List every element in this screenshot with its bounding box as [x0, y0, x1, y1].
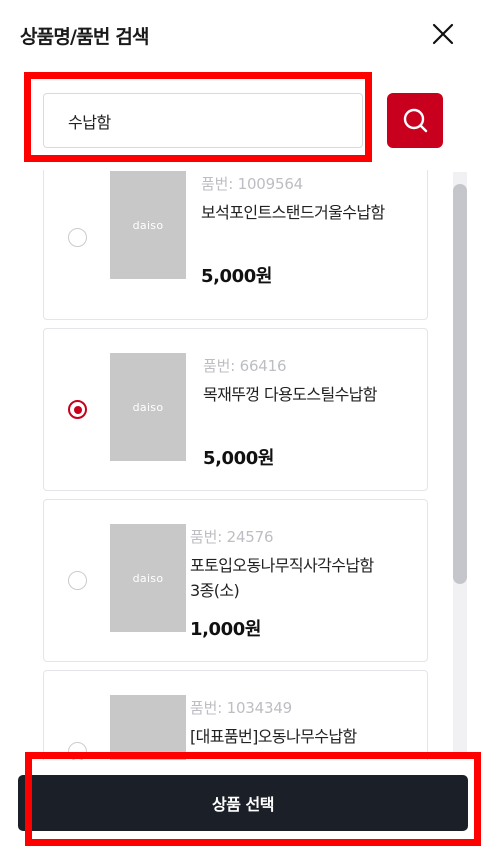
product-card[interactable]: 품번: 1034349 [대표품번]오동나무수납함	[43, 670, 428, 760]
close-icon	[432, 23, 454, 45]
select-radio[interactable]	[68, 400, 87, 419]
search-icon	[403, 108, 428, 133]
product-code: 품번: 1009564	[201, 175, 304, 193]
product-thumbnail: daiso	[110, 171, 186, 279]
select-product-button[interactable]: 상품 선택	[18, 775, 468, 831]
brand-logo: daiso	[132, 218, 164, 232]
product-thumbnail	[110, 695, 186, 760]
product-price: 5,000원	[201, 266, 273, 287]
product-name: 포토입오동나무직사각수납함3종(소)	[190, 556, 374, 600]
scrollbar-thumb[interactable]	[453, 184, 467, 584]
product-price: 1,000원	[190, 619, 262, 640]
search-input[interactable]	[44, 94, 362, 147]
product-name: 보석포인트스탠드거울수납함	[201, 203, 385, 222]
product-card[interactable]: daiso 품번: 66416 목재뚜껑 다용도스틸수납함 5,000원	[43, 328, 428, 491]
product-code: 품번: 1034349	[190, 699, 293, 717]
close-button[interactable]	[430, 21, 456, 47]
brand-logo: daiso	[132, 400, 164, 414]
select-radio[interactable]	[68, 571, 87, 590]
product-card[interactable]: daiso 품번: 1009564 보석포인트스탠드거울수납함 5,000원	[43, 170, 428, 320]
product-code: 품번: 66416	[203, 357, 287, 375]
select-radio[interactable]	[68, 228, 87, 247]
product-code: 품번: 24576	[190, 528, 274, 546]
product-card[interactable]: daiso 품번: 24576 포토입오동나무직사각수납함3종(소) 1,000…	[43, 499, 428, 662]
product-name: 목재뚜껑 다용도스틸수납함	[203, 385, 378, 404]
select-radio[interactable]	[68, 742, 87, 760]
product-thumbnail: daiso	[110, 353, 186, 461]
brand-logo: daiso	[132, 571, 164, 585]
product-name: [대표품번]오동나무수납함	[190, 727, 357, 746]
product-price: 5,000원	[203, 448, 275, 469]
page-title: 상품명/품번 검색	[20, 26, 150, 48]
search-button[interactable]	[387, 93, 443, 148]
search-field[interactable]	[43, 93, 363, 148]
product-list: daiso 품번: 1009564 보석포인트스탠드거울수납함 5,000원 d…	[43, 170, 439, 760]
header: 상품명/품번 검색	[0, 0, 490, 70]
product-thumbnail: daiso	[110, 524, 186, 632]
